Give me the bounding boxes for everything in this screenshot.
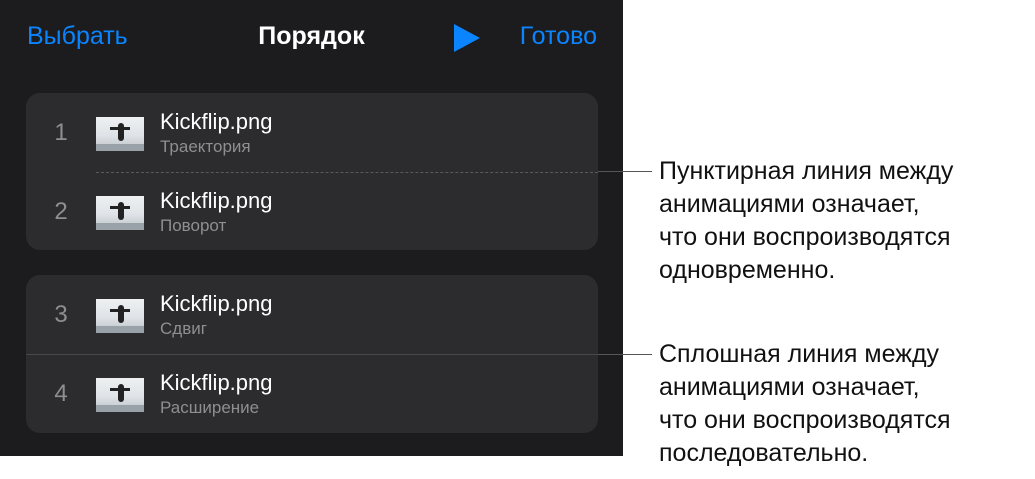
- animation-number: 3: [54, 301, 68, 328]
- image-thumbnail: [96, 299, 144, 333]
- callout-line: последовательно.: [659, 439, 869, 467]
- callout-solid-text: Сплошная линия между анимациями означает…: [659, 338, 951, 470]
- callout-line: анимациями означает,: [659, 373, 920, 401]
- animation-object-name: Kickflip.png: [160, 188, 273, 213]
- animation-number: 1: [54, 119, 68, 146]
- image-thumbnail: [96, 196, 144, 230]
- play-button[interactable]: [452, 24, 480, 52]
- animation-effect-name: Поворот: [160, 216, 227, 235]
- callout-dashed-text: Пунктирная линия между анимациями означа…: [659, 155, 953, 287]
- animation-row[interactable]: 2 Kickflip.png Поворот: [26, 172, 598, 250]
- image-thumbnail: [96, 378, 144, 412]
- play-icon: [454, 24, 480, 52]
- callout-line: что они воспроизводятся: [659, 406, 951, 434]
- animation-object-name: Kickflip.png: [160, 370, 273, 395]
- animation-number: 2: [54, 198, 68, 225]
- animation-object-name: Kickflip.png: [160, 291, 273, 316]
- panel-header: Выбрать Порядок Готово: [0, 0, 623, 78]
- animation-row[interactable]: 1 Kickflip.png Траектория: [26, 93, 598, 172]
- animation-effect-name: Расширение: [160, 398, 260, 417]
- animation-order-panel: Выбрать Порядок Готово 1 Kickflip.png Тр…: [0, 0, 623, 456]
- animation-group-simultaneous: 1 Kickflip.png Траектория 2 Kickflip.png…: [26, 93, 598, 250]
- image-thumbnail: [96, 117, 144, 151]
- animation-number: 4: [54, 380, 68, 407]
- callout-line: Пунктирная линия между: [659, 157, 954, 185]
- callout-line: одновременно.: [659, 256, 836, 284]
- done-button[interactable]: Готово: [520, 22, 597, 51]
- animation-row[interactable]: 3 Kickflip.png Сдвиг: [26, 275, 598, 354]
- animation-group-sequential: 3 Kickflip.png Сдвиг 4 Kickflip.png Расш…: [26, 275, 598, 433]
- callout-line: что они воспроизводятся: [659, 223, 951, 251]
- animation-row[interactable]: 4 Kickflip.png Расширение: [26, 354, 598, 433]
- callout-line-solid: [598, 354, 652, 355]
- animation-object-name: Kickflip.png: [160, 109, 273, 134]
- animation-effect-name: Траектория: [160, 137, 251, 156]
- callout-line: анимациями означает,: [659, 190, 920, 218]
- animation-effect-name: Сдвиг: [160, 319, 207, 338]
- callout-line-dashed: [598, 171, 652, 172]
- callout-line: Сплошная линия между: [659, 340, 940, 368]
